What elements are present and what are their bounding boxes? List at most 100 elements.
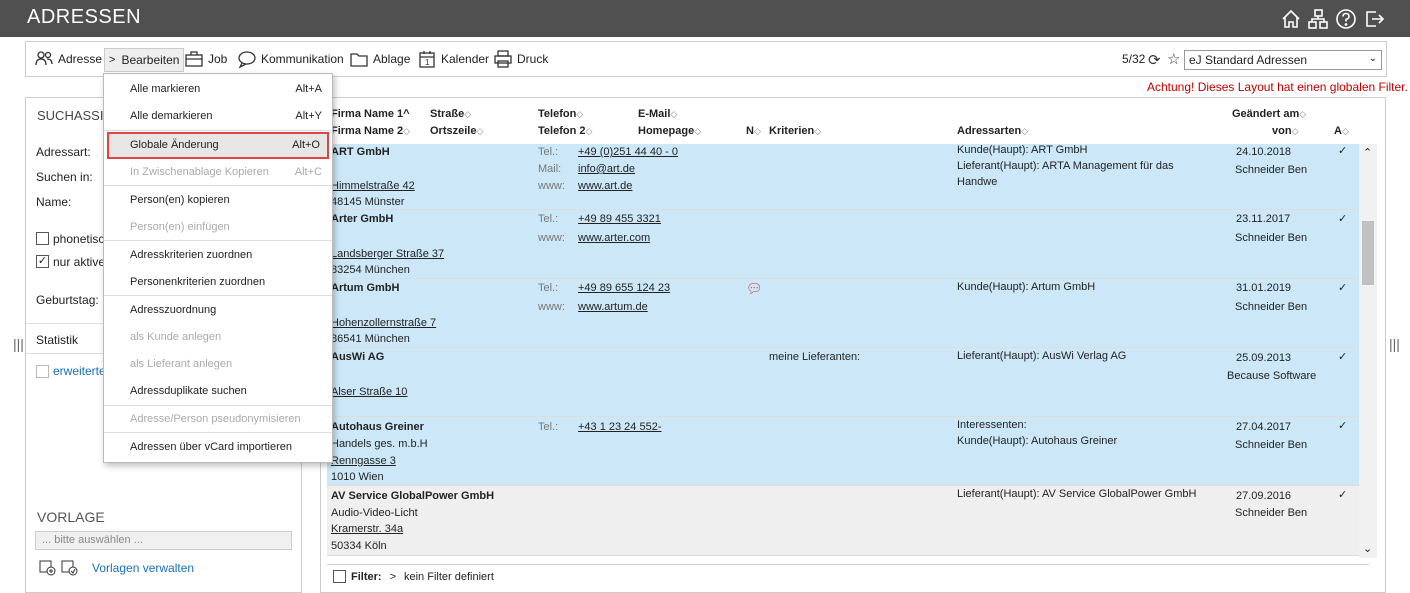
right-resize-handle[interactable]: ||| — [1389, 336, 1400, 352]
menu-item-als-lieferant: als Lieferant anlegen — [130, 358, 233, 370]
col-firma2[interactable]: Firma Name 2◇ — [331, 125, 410, 137]
table-row[interactable]: Arter GmbH Landsberger Straße 37 83254 M… — [327, 210, 1359, 279]
toolbar-kommunikation-label: Kommunikation — [261, 52, 344, 66]
toolbar-bearbeiten-label: Bearbeiten — [121, 53, 180, 67]
toolbar-druck[interactable]: Druck — [493, 42, 548, 76]
layout-select-value: eJ Standard Adressen — [1189, 53, 1308, 67]
note-icon[interactable]: 💬︎ — [746, 281, 763, 297]
nur-aktive-label: nur aktive — [53, 255, 106, 269]
scroll-down-icon[interactable]: ⌄ — [1363, 542, 1372, 555]
suchen-in-label: Suchen in: — [36, 170, 93, 184]
chevron-right-icon: > — [109, 54, 116, 66]
refresh-icon[interactable]: ⟳ — [1148, 51, 1161, 69]
users-icon — [35, 51, 53, 66]
toolbar-ablage[interactable]: Ablage — [349, 42, 410, 76]
scroll-thumb[interactable] — [1362, 221, 1374, 285]
col-a[interactable]: A◇ — [1334, 125, 1349, 137]
filter-value: kein Filter definiert — [404, 570, 494, 583]
menu-item-pseudonymisieren: Adresse/Person pseudonymisieren — [130, 413, 301, 425]
global-filter-warning: Achtung! Dieses Layout hat einen globale… — [1147, 80, 1408, 94]
menu-separator — [104, 185, 332, 186]
menu-item-adresszuordnung[interactable]: Adresszuordnung — [104, 297, 332, 324]
toolbar-druck-label: Druck — [517, 52, 549, 66]
chat-bubble-icon — [238, 51, 256, 69]
table-row[interactable]: AusWi AG Alser Straße 10 meine Lieferant… — [327, 348, 1359, 417]
toolbar-kommunikation[interactable]: Kommunikation — [237, 42, 344, 76]
left-resize-handle[interactable]: ||| — [13, 336, 24, 352]
menu-separator — [104, 240, 332, 241]
add-template-icon[interactable] — [38, 558, 56, 576]
panel-heading: SUCHASSIS — [37, 108, 113, 123]
col-adressarten[interactable]: Adressarten◇ — [957, 125, 1028, 137]
logout-icon[interactable] — [1363, 8, 1385, 30]
toolbar-job-label: Job — [208, 52, 228, 66]
col-kriterien[interactable]: Kriterien◇ — [769, 125, 821, 137]
col-ortszeile[interactable]: Ortszeile◇ — [430, 125, 483, 137]
menu-item-als-kunde: als Kunde anlegen — [130, 331, 222, 343]
toolbar-bearbeiten[interactable]: > Bearbeiten — [104, 48, 185, 72]
menu-item-globale-aenderung[interactable]: Globale Änderung Alt+O — [107, 132, 329, 159]
star-icon[interactable]: ☆ — [1167, 50, 1180, 68]
address-table: Firma Name 1^ Firma Name 2◇ Straße◇ Orts… — [320, 97, 1386, 593]
menu-item-adressduplikate[interactable]: Adressduplikate suchen — [104, 378, 332, 405]
menu-item-zwischenablage-kopieren: In Zwischenablage Kopieren Alt+C — [130, 166, 322, 178]
col-geaendert[interactable]: Geändert am◇ — [1232, 108, 1306, 120]
toolbar-adresse-label: Adresse — [58, 52, 103, 66]
table-row[interactable]: Autohaus Greiner Handels ges. m.b.H Renn… — [327, 417, 1359, 486]
toolbar-ablage-label: Ablage — [373, 52, 411, 66]
col-telefon[interactable]: Telefon◇ — [538, 108, 583, 120]
table-row[interactable]: Artum GmbH Hohenzollernstraße 7 86541 Mü… — [327, 279, 1359, 348]
statistik-label: Statistik — [36, 333, 79, 347]
title-bar: ADRESSEN — [0, 0, 1410, 37]
menu-item-personen-einfuegen: Person(en) einfügen — [130, 221, 230, 233]
phonetisch-checkbox[interactable] — [36, 232, 49, 245]
sitemap-icon[interactable] — [1307, 8, 1329, 30]
col-email[interactable]: E-Mail◇ — [638, 108, 677, 120]
col-firma1[interactable]: Firma Name 1^ — [331, 108, 410, 120]
erweitert-link[interactable]: erweiterte — [53, 364, 106, 378]
menu-item-adresskriterien[interactable]: Adresskriterien zuordnen — [104, 242, 332, 269]
edit-template-icon[interactable] — [60, 558, 78, 576]
layout-select[interactable]: eJ Standard Adressen ⌄ — [1184, 50, 1382, 70]
col-strasse[interactable]: Straße◇ — [430, 108, 471, 120]
menu-item-alle-markieren[interactable]: Alle markieren Alt+A — [104, 76, 332, 103]
col-von[interactable]: von◇ — [1272, 125, 1298, 137]
col-homepage[interactable]: Homepage◇ — [638, 125, 701, 137]
printer-icon — [494, 50, 512, 68]
menu-item-vcard-import[interactable]: Adressen über vCard importieren — [104, 434, 332, 461]
menu-item-alle-demarkieren[interactable]: Alle demarkieren Alt+Y — [104, 103, 332, 130]
toolbar-adresse[interactable]: Adresse — [34, 42, 102, 76]
vorlage-select[interactable]: ... bitte auswählen ... — [35, 531, 292, 550]
erweitert-checkbox[interactable] — [36, 365, 49, 378]
vertical-scrollbar[interactable]: ⌃ ⌄ — [1359, 144, 1377, 558]
toolbar-kalender[interactable]: 1 Kalender — [417, 42, 489, 76]
folder-icon — [350, 53, 368, 67]
chevron-right-icon[interactable]: > — [390, 571, 396, 583]
toolbar-kalender-label: Kalender — [441, 52, 490, 66]
toolbar-job[interactable]: Job — [184, 42, 227, 76]
adressart-label: Adressart: — [36, 145, 91, 159]
filter-bar: Filter: > kein Filter definiert — [327, 564, 1369, 588]
menu-separator — [104, 432, 332, 433]
table-row[interactable]: ART GmbH Himmelstraße 42 48145 Münster T… — [327, 144, 1359, 210]
col-n[interactable]: N◇ — [746, 125, 761, 137]
scroll-up-icon[interactable]: ⌃ — [1363, 146, 1372, 159]
toolbar: Adresse > Bearbeiten Job Kommunikation A… — [25, 41, 1387, 77]
vorlage-heading: VORLAGE — [37, 509, 105, 525]
table-row[interactable]: AV Service GlobalPower GmbH Audio-Video-… — [327, 486, 1359, 556]
bearbeiten-menu: Alle markieren Alt+A Alle demarkieren Alt+… — [103, 73, 333, 463]
filter-label: Filter: — [351, 570, 382, 583]
home-icon[interactable] — [1280, 8, 1302, 30]
vorlagen-verwalten-link[interactable]: Vorlagen verwalten — [92, 561, 194, 575]
col-telefon2[interactable]: Telefon 2◇ — [538, 125, 592, 137]
geburtstag-label: Geburtstag: — [36, 293, 99, 307]
calendar-icon: 1 — [419, 51, 435, 68]
menu-separator — [104, 130, 332, 131]
filter-checkbox[interactable] — [333, 570, 346, 583]
chevron-down-icon: ⌄ — [1368, 53, 1377, 64]
nur-aktive-checkbox[interactable]: ✓ — [36, 255, 49, 268]
app-title: ADRESSEN — [27, 6, 142, 28]
menu-item-personenkriterien[interactable]: Personenkriterien zuordnen — [104, 269, 332, 296]
menu-item-personen-kopieren[interactable]: Person(en) kopieren — [104, 187, 332, 214]
help-icon[interactable] — [1335, 8, 1357, 30]
